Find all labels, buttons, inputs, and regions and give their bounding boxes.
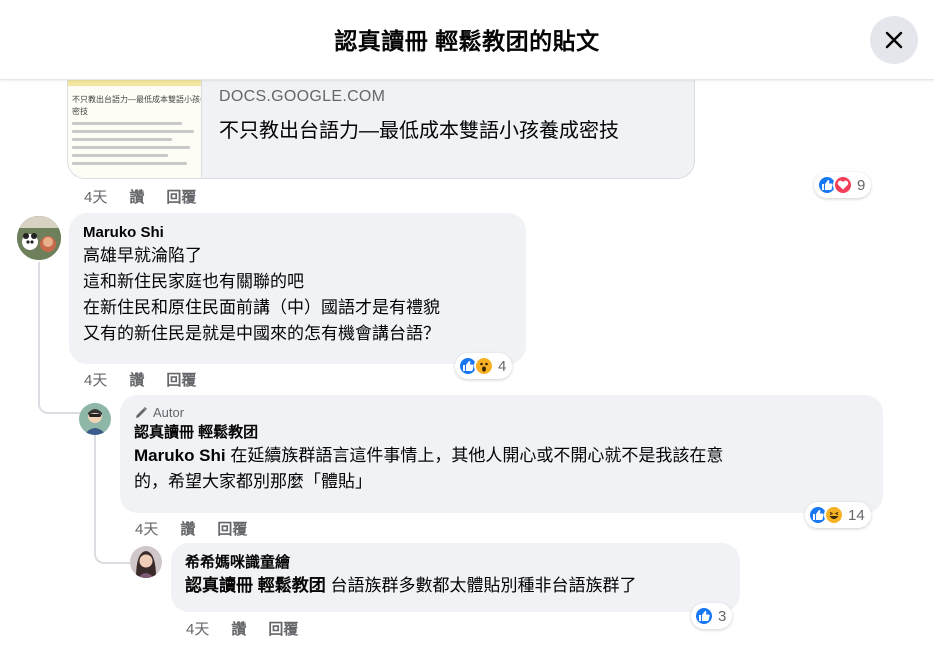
pencil-icon [136, 406, 147, 418]
badge-label: Autor [153, 405, 185, 420]
reply-button[interactable]: 回覆 [166, 369, 196, 390]
comment-text-segment: 在延續族群語言這件事情上，其他人開心或不開心就不是我該在意 [225, 446, 724, 465]
avatar[interactable] [79, 403, 111, 435]
avatar[interactable] [130, 546, 162, 578]
author-badge: Autor [134, 405, 869, 420]
mention-link[interactable]: Maruko Shi [134, 446, 226, 465]
link-title[interactable]: 不只教出台語力—最低成本雙語小孩養成密技 [219, 114, 619, 143]
reply-button[interactable]: 回覆 [166, 186, 196, 207]
like-button[interactable]: 讚 [231, 618, 246, 639]
comment-author[interactable]: 希希媽咪識童繪 [185, 553, 726, 573]
comment-bubble: 希希媽咪識童繪 認真讀冊 輕鬆教团 台語族群多數都太體貼別種非台語族群了 [171, 543, 740, 612]
mention-link[interactable]: 認真讀冊 輕鬆教团 [185, 576, 326, 595]
comment-text: 又有的新住民是就是中國來的怎有機會講台語？ [83, 324, 440, 343]
comment-text: 高雄早就淪陷了 [83, 246, 202, 265]
reaction-summary[interactable]: 3 [691, 603, 733, 629]
reaction-summary[interactable]: 9 [814, 172, 872, 198]
timestamp[interactable]: 4天 [84, 369, 107, 390]
reaction-summary[interactable]: 4 [455, 353, 513, 379]
dialog-title: 認真讀冊 輕鬆教团的貼文 [334, 28, 600, 54]
timestamp[interactable]: 4天 [135, 518, 158, 539]
thumbnail-subheading: 密技 [72, 107, 88, 116]
comment-author[interactable]: Maruko Shi [83, 223, 512, 243]
link-domain: DOCS.GOOGLE.COM [219, 88, 386, 105]
link-preview-card[interactable]: 不只教出台語力—最低成本雙語小孩養成 密技 DOCS.GOOGLE.COM 不只… [67, 72, 695, 179]
avatar[interactable] [17, 216, 61, 260]
haha-icon [824, 505, 844, 525]
post-actions: 4天 讚 回覆 [84, 186, 196, 207]
comment-author[interactable]: 認真讀冊 輕鬆教团 [134, 423, 869, 443]
reaction-count: 3 [718, 607, 727, 625]
reaction-count: 4 [498, 357, 507, 375]
comment-text-segment: 台語族群多數都太體貼別種非台語族群了 [325, 576, 637, 595]
reaction-count: 9 [857, 176, 866, 194]
comment-text: 這和新住民家庭也有關聯的吧 [83, 272, 304, 291]
close-button[interactable] [870, 16, 918, 64]
comment-actions: 4天 讚 回覆 [84, 369, 196, 390]
comment-text: 認真讀冊 輕鬆教团 台語族群多數都太體貼別種非台語族群了 [185, 573, 726, 599]
comment-actions: 4天 讚 回覆 [186, 618, 298, 639]
comment-text: 的，希望大家都別那麼「體貼」 [134, 472, 372, 491]
thumbnail-heading: 不只教出台語力—最低成本雙語小孩養成 [72, 95, 202, 104]
dialog-header: 認真讀冊 輕鬆教团的貼文 [0, 0, 934, 80]
like-button[interactable]: 讚 [129, 186, 144, 207]
link-thumbnail: 不只教出台語力—最低成本雙語小孩養成 密技 [68, 72, 202, 178]
close-icon [885, 31, 903, 49]
reply-button[interactable]: 回覆 [268, 618, 298, 639]
comment-bubble: Autor 認真讀冊 輕鬆教团 Maruko Shi 在延續族群語言這件事情上，… [120, 395, 883, 513]
love-icon [833, 175, 853, 195]
like-button[interactable]: 讚 [129, 369, 144, 390]
reply-button[interactable]: 回覆 [217, 518, 247, 539]
reaction-summary[interactable]: 14 [805, 502, 871, 528]
wow-icon [474, 356, 494, 376]
comment-text: Maruko Shi 在延續族群語言這件事情上，其他人開心或不開心就不是我該在意 [134, 443, 869, 469]
comment-text: 在新住民和原住民面前講（中）國語才是有禮貌 [83, 298, 440, 317]
reaction-count: 14 [848, 506, 865, 524]
timestamp[interactable]: 4天 [84, 186, 107, 207]
comment-actions: 4天 讚 回覆 [135, 518, 247, 539]
like-icon [694, 606, 714, 626]
timestamp[interactable]: 4天 [186, 618, 209, 639]
comment-bubble: Maruko Shi 高雄早就淪陷了 這和新住民家庭也有關聯的吧 在新住民和原住… [69, 213, 526, 364]
like-button[interactable]: 讚 [180, 518, 195, 539]
